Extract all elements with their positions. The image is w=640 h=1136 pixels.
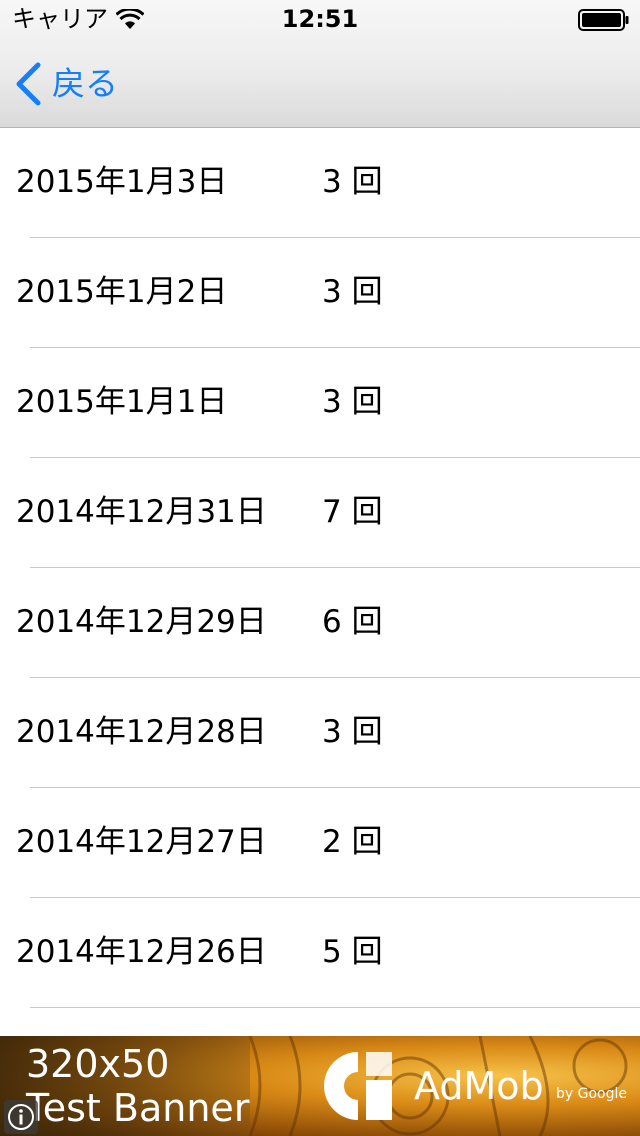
list-item[interactable]: 2014年12月31日 7 回	[0, 458, 640, 568]
ad-banner[interactable]: 320x50 Test Banner AdMob by Google	[0, 1036, 640, 1136]
list-item[interactable]: 2014年12月29日 6 回	[0, 568, 640, 678]
history-list[interactable]: 2015年1月3日 3 回 2015年1月2日 3 回 2015年1月1日 3 …	[0, 128, 640, 1036]
row-count: 3 回	[322, 384, 383, 420]
row-date: 2015年1月3日	[16, 164, 228, 200]
list-item[interactable]: 2015年1月3日 3 回	[0, 128, 640, 238]
row-date: 2015年1月1日	[16, 384, 228, 420]
row-count: 2 回	[322, 824, 383, 860]
row-date: 2015年1月2日	[16, 274, 228, 310]
list-item[interactable]: 2014年12月26日 5 回	[0, 898, 640, 1008]
row-date: 2014年12月31日	[16, 494, 267, 530]
list-item[interactable]: 2015年1月1日 3 回	[0, 348, 640, 458]
battery-icon	[578, 9, 629, 31]
top-bar: キャリア 12:51 戻る	[0, 0, 640, 128]
ad-size-text: 320x50	[26, 1042, 170, 1086]
row-date: 2014年12月27日	[16, 824, 267, 860]
clock: 12:51	[281, 5, 359, 33]
ad-title-text: Test Banner	[26, 1086, 250, 1130]
list-item[interactable]: 2014年12月27日 2 回	[0, 788, 640, 898]
row-count: 3 回	[322, 714, 383, 750]
back-button[interactable]: 戻る	[14, 60, 118, 108]
row-count: 3 回	[322, 274, 383, 310]
row-date: 2014年12月28日	[16, 714, 267, 750]
row-count: 5 回	[322, 934, 383, 970]
row-date: 2014年12月29日	[16, 604, 267, 640]
row-date: 2014年12月26日	[16, 934, 267, 970]
list-item[interactable]: 2014年12月28日 3 回	[0, 678, 640, 788]
row-count: 3 回	[322, 164, 383, 200]
admob-brand-text: AdMob	[414, 1064, 544, 1108]
row-count: 7 回	[322, 494, 383, 530]
screen: キャリア 12:51 戻る 2015年1月3日 3 回 2015年1月2日 3 …	[0, 0, 640, 1136]
list-item[interactable]: 2015年1月2日 3 回	[0, 238, 640, 348]
navigation-bar: 戻る	[0, 40, 640, 128]
back-button-label: 戻る	[52, 64, 118, 103]
row-count: 6 回	[322, 604, 383, 640]
admob-logo-icon	[324, 1052, 392, 1120]
info-icon[interactable]	[4, 1100, 38, 1134]
status-bar: キャリア 12:51	[0, 0, 640, 40]
chevron-left-icon	[16, 62, 41, 106]
admob-by-google-text: by Google	[556, 1086, 627, 1102]
